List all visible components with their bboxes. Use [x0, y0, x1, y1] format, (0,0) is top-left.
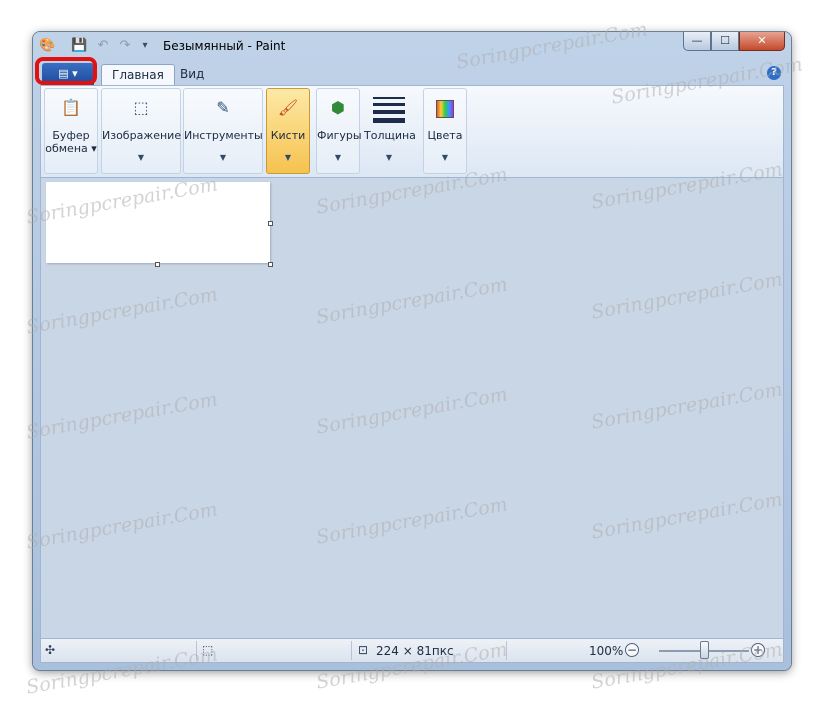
window-title: Безымянный - Paint: [163, 39, 286, 53]
selection-size-icon: ⬚: [202, 643, 214, 657]
zoom-percent: 100%: [589, 644, 624, 658]
thickness-icon: [373, 97, 405, 127]
shapes-group[interactable]: ⬢ Фигуры ▼: [316, 88, 362, 174]
highlight-annotation: [35, 57, 97, 85]
caption-buttons: — ☐ ✕: [683, 32, 785, 52]
tools-dropdown-icon: ▼: [219, 153, 227, 162]
brushes-button[interactable]: 🖌 Кисти ▼: [266, 88, 310, 174]
tools-label: Инструменты: [184, 129, 263, 142]
shapes-label: Фигуры: [317, 129, 362, 142]
customize-qat-icon[interactable]: ▾: [137, 38, 153, 54]
paint-window: 🎨 💾 ↶ ↷ ▾ Безымянный - Paint — ☐ ✕ ▤ ▾ Г…: [33, 32, 791, 670]
help-icon[interactable]: ?: [767, 66, 781, 80]
cursor-position-icon: ✣: [45, 643, 56, 657]
drawing-canvas[interactable]: [46, 182, 270, 263]
maximize-button[interactable]: ☐: [711, 32, 739, 51]
clipboard-icon: 📋: [61, 98, 81, 117]
resize-handle-bottom[interactable]: [155, 262, 160, 267]
shapes-dropdown-icon: ▼: [334, 153, 342, 162]
resize-handle-corner[interactable]: [268, 262, 273, 267]
save-icon[interactable]: 💾: [71, 38, 87, 54]
status-bar: ✣ ⬚ ⊡ 224 × 81пкс 100% − +: [40, 638, 784, 663]
tab-home[interactable]: Главная: [101, 64, 175, 86]
ribbon-tab-row: ▤ ▾ Главная Вид ?: [35, 57, 784, 86]
colors-icon: [432, 95, 458, 121]
zoom-slider-thumb[interactable]: [700, 641, 709, 659]
canvas-size-text: 224 × 81пкс: [376, 644, 454, 658]
resize-handle-right[interactable]: [268, 221, 273, 226]
ribbon-panel: 📋 Буфер обмена ▾ ⬚ Изображение ▼ ✎ Инстр…: [40, 85, 784, 178]
tools-icon: ✎: [216, 98, 230, 117]
paint-logo-icon[interactable]: 🎨: [39, 38, 55, 54]
tab-view[interactable]: Вид: [170, 64, 214, 85]
close-button[interactable]: ✕: [739, 32, 785, 51]
brushes-label: Кисти: [270, 129, 306, 142]
canvas-size-icon: ⊡: [358, 643, 369, 657]
colors-group[interactable]: Цвета ▼: [423, 88, 467, 174]
clipboard-label-1: Буфер: [52, 129, 90, 142]
tools-group[interactable]: ✎ Инструменты ▼: [183, 88, 263, 174]
thickness-label: Толщина: [364, 129, 416, 142]
image-dropdown-icon: ▼: [137, 153, 145, 162]
zoom-out-button[interactable]: −: [625, 643, 639, 657]
clipboard-group[interactable]: 📋 Буфер обмена ▾: [44, 88, 98, 174]
colors-dropdown-icon: ▼: [441, 153, 449, 162]
redo-icon[interactable]: ↷: [117, 38, 133, 54]
select-icon: ⬚: [133, 98, 149, 117]
thickness-dropdown-icon: ▼: [385, 153, 393, 162]
minimize-button[interactable]: —: [683, 32, 711, 51]
shapes-icon: ⬢: [331, 98, 345, 117]
brushes-dropdown-icon: ▼: [284, 153, 292, 162]
title-bar: 🎨 💾 ↶ ↷ ▾ Безымянный - Paint — ☐ ✕: [33, 32, 791, 60]
clipboard-label-2: обмена ▾: [45, 142, 97, 155]
thickness-button[interactable]: Толщина ▼: [363, 88, 416, 174]
image-group[interactable]: ⬚ Изображение ▼: [101, 88, 181, 174]
zoom-in-button[interactable]: +: [751, 643, 765, 657]
canvas-workspace[interactable]: [40, 178, 784, 638]
colors-label: Цвета: [427, 129, 463, 142]
brush-icon: 🖌: [277, 98, 299, 117]
image-label: Изображение: [102, 129, 182, 142]
undo-icon[interactable]: ↶: [95, 38, 111, 54]
